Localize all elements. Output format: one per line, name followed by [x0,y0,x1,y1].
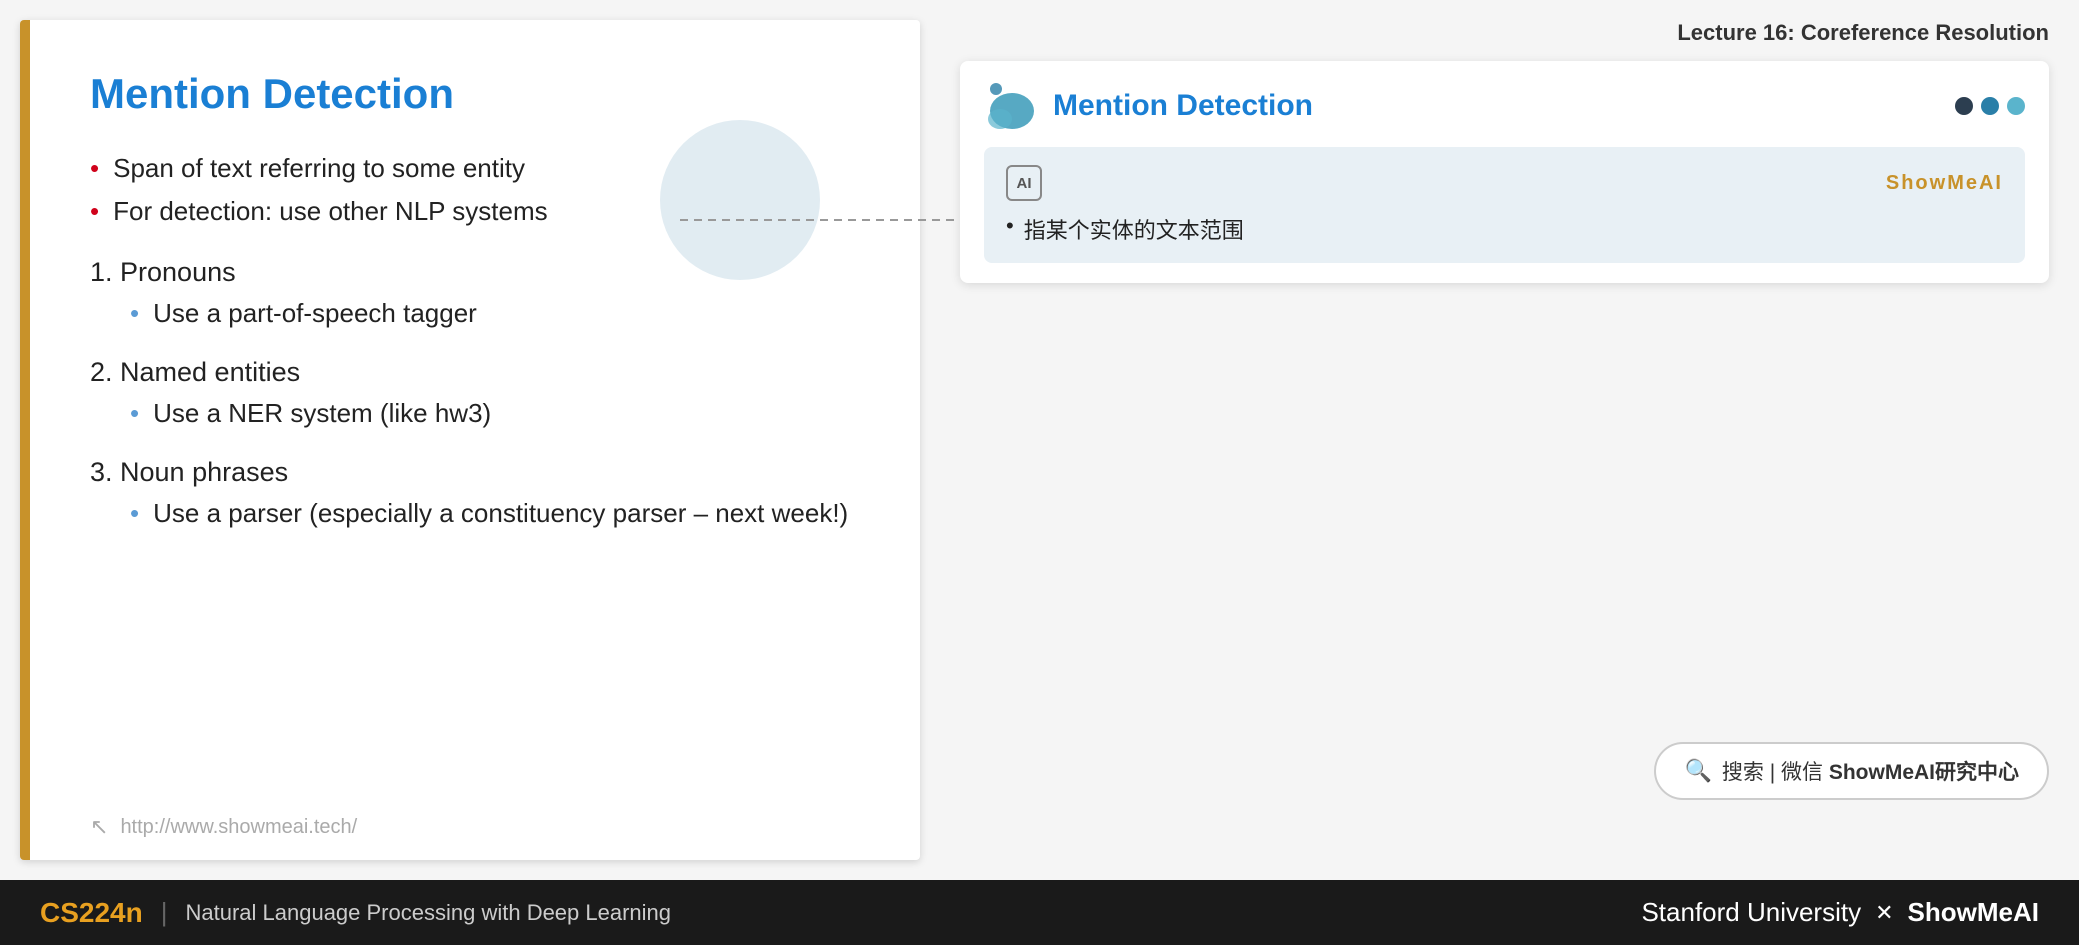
right-panel: Lecture 16: Coreference Resolution Menti… [920,0,2079,880]
bottom-brand: ShowMeAI [1908,897,2039,928]
preview-card: Mention Detection AI ShowMeAI [960,61,2049,283]
preview-logo [984,81,1039,131]
dot-3 [2007,97,2025,115]
section-3-heading: 3. Noun phrases [90,457,860,488]
slide-content: Mention Detection Span of text referring… [30,20,920,794]
annotation-bullet: • [1006,213,1014,239]
x-separator: ✕ [1875,900,1893,926]
dot-2 [1981,97,1999,115]
search-icon: 🔍 [1684,758,1711,784]
section-named-entities: 2. Named entities Use a NER system (like… [90,357,860,429]
annotation-content: 指某个实体的文本范围 [1024,213,1244,245]
search-prefix: 搜索 | 微信 ShowMeAI研究中心 [1722,756,2019,786]
section-2-sub: Use a NER system (like hw3) [130,398,860,429]
slide-footer: ↖ http://www.showmeai.tech/ [30,794,920,860]
dot-1 [1955,97,1973,115]
divider: | [161,897,168,928]
preview-header: Mention Detection [984,81,2025,131]
course-name: Natural Language Processing with Deep Le… [185,900,671,926]
search-brand: ShowMeAI研究中心 [1829,761,2019,784]
search-bar[interactable]: 🔍 搜索 | 微信 ShowMeAI研究中心 [1654,742,2049,800]
section-3-sub: Use a parser (especially a constituency … [130,498,860,529]
cursor-icon: ↖ [90,814,108,840]
bottom-right: Stanford University ✕ ShowMeAI [1641,897,2039,928]
section-noun-phrases: 3. Noun phrases Use a parser (especially… [90,457,860,529]
section-2-heading: 2. Named entities [90,357,860,388]
decorative-circle [660,120,820,280]
slide-panel: Mention Detection Span of text referring… [20,20,920,860]
preview-title: Mention Detection [1053,89,1313,123]
search-area: 🔍 搜索 | 微信 ShowMeAI研究中心 [1654,742,2049,800]
slide-title: Mention Detection [90,70,860,118]
footer-url: http://www.showmeai.tech/ [120,816,357,839]
annotation-text: • 指某个实体的文本范围 [1006,213,2003,245]
bottom-bar: CS224n | Natural Language Processing wit… [0,880,2079,945]
dots-row [1955,97,2025,115]
section-1-sub: Use a part-of-speech tagger [130,298,860,329]
lecture-title: Lecture 16: Coreference Resolution [960,10,2049,61]
ai-icon: AI [1006,165,1042,201]
annotation-card: AI ShowMeAI • 指某个实体的文本范围 [984,147,2025,263]
bottom-left: CS224n | Natural Language Processing wit… [40,897,671,929]
university-name: Stanford University [1641,897,1861,928]
course-code: CS224n [40,897,143,929]
showmeai-brand: ShowMeAI [1886,172,2003,195]
annotation-header: AI ShowMeAI [1006,165,2003,201]
